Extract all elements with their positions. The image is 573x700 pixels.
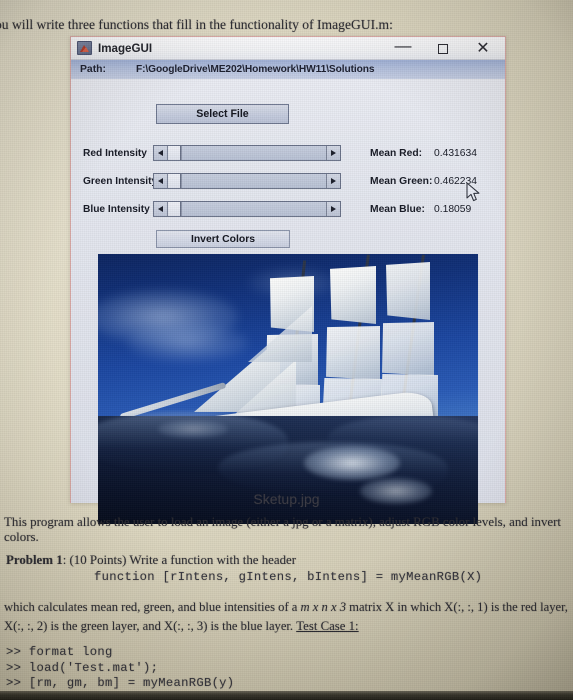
image-caption: Sketup.jpg [253, 491, 320, 507]
slider-track[interactable] [181, 174, 326, 188]
mean-green-label: Mean Green: [370, 176, 433, 187]
slider-right-arrow-icon[interactable] [326, 174, 340, 188]
function-signature: function [rIntens, gIntens, bIntens] = m… [94, 570, 483, 585]
console-line: >> load('Test.mat'); [6, 660, 159, 675]
blue-intensity-row: Blue Intensity Mean Blue: 0.18059 [71, 201, 505, 223]
minimize-icon[interactable]: — [383, 37, 423, 60]
path-value: F:\GoogleDrive\ME202\Homework\HW11\Solut… [135, 64, 375, 75]
problem-text: : (10 Points) Write a function with the … [62, 553, 297, 567]
window-controls[interactable]: — ✕ [383, 37, 503, 60]
mean-red-value: 0.431634 [434, 148, 477, 159]
window-title-bar[interactable]: ImageGUI — ✕ [71, 37, 505, 60]
maximize-icon[interactable] [423, 37, 463, 60]
green-intensity-label: Green Intensity [83, 176, 158, 187]
console-line: >> format long [6, 645, 113, 659]
slider-right-arrow-icon[interactable] [326, 202, 340, 216]
intro-sentence: ou will write three functions that fill … [0, 17, 393, 32]
red-intensity-label: Red Intensity [83, 148, 147, 159]
mouse-pointer-icon [466, 182, 480, 202]
slider-thumb[interactable] [168, 146, 181, 160]
mean-red-label: Mean Red: [370, 148, 423, 159]
test-case-label: Test Case 1: [296, 618, 359, 633]
green-intensity-slider[interactable] [153, 173, 341, 189]
slider-left-arrow-icon[interactable] [154, 174, 168, 188]
slider-left-arrow-icon[interactable] [154, 146, 168, 160]
imagegui-window[interactable]: ImageGUI — ✕ Path: F:\GoogleDrive\ME202\… [70, 36, 506, 524]
mean-blue-label: Mean Blue: [370, 204, 425, 215]
red-intensity-slider[interactable] [153, 145, 341, 161]
console-transcript: >> format long >> load('Test.mat'); >> [… [6, 645, 566, 692]
image-preview-axes [98, 254, 478, 524]
gui-panel: Select File Red Intensity Mean Red: 0.43… [71, 79, 505, 524]
matlab-figure-icon [77, 41, 92, 55]
mean-blue-value: 0.18059 [434, 204, 472, 215]
description-paragraph: This program allows the user to load an … [4, 515, 562, 545]
slider-track[interactable] [181, 146, 326, 160]
slider-track[interactable] [181, 202, 326, 216]
green-intensity-row: Green Intensity Mean Green: 0.462234 [71, 173, 505, 195]
problem-statement: Problem 1: (10 Points) Write a function … [6, 553, 572, 585]
monitor-bottom-bezel [0, 691, 573, 700]
description-part-a: which calculates mean red, green, and bl… [4, 600, 301, 614]
select-file-button[interactable]: Select File [156, 104, 289, 124]
slider-right-arrow-icon[interactable] [326, 146, 340, 160]
blue-intensity-slider[interactable] [153, 201, 341, 217]
path-label: Path: [80, 64, 106, 75]
matrix-dimensions: m x n x 3 [300, 600, 347, 614]
slider-thumb[interactable] [168, 202, 181, 216]
window-body: Path: F:\GoogleDrive\ME202\Homework\HW11… [71, 60, 505, 524]
slider-thumb[interactable] [168, 174, 181, 188]
problem-label: Problem 1 [6, 553, 63, 567]
slider-left-arrow-icon[interactable] [154, 202, 168, 216]
invert-colors-button[interactable]: Invert Colors [156, 230, 290, 248]
red-intensity-row: Red Intensity Mean Red: 0.431634 [71, 145, 505, 167]
path-bar: Path: F:\GoogleDrive\ME202\Homework\HW11… [71, 60, 505, 79]
blue-intensity-label: Blue Intensity [83, 204, 150, 215]
function-description: which calculates mean red, green, and bl… [4, 600, 570, 633]
photographed-document-page: ou will write three functions that fill … [0, 0, 573, 700]
close-icon[interactable]: ✕ [463, 37, 503, 60]
window-title: ImageGUI [98, 41, 153, 55]
console-line: >> [rm, gm, bm] = myMeanRGB(y) [6, 676, 235, 691]
